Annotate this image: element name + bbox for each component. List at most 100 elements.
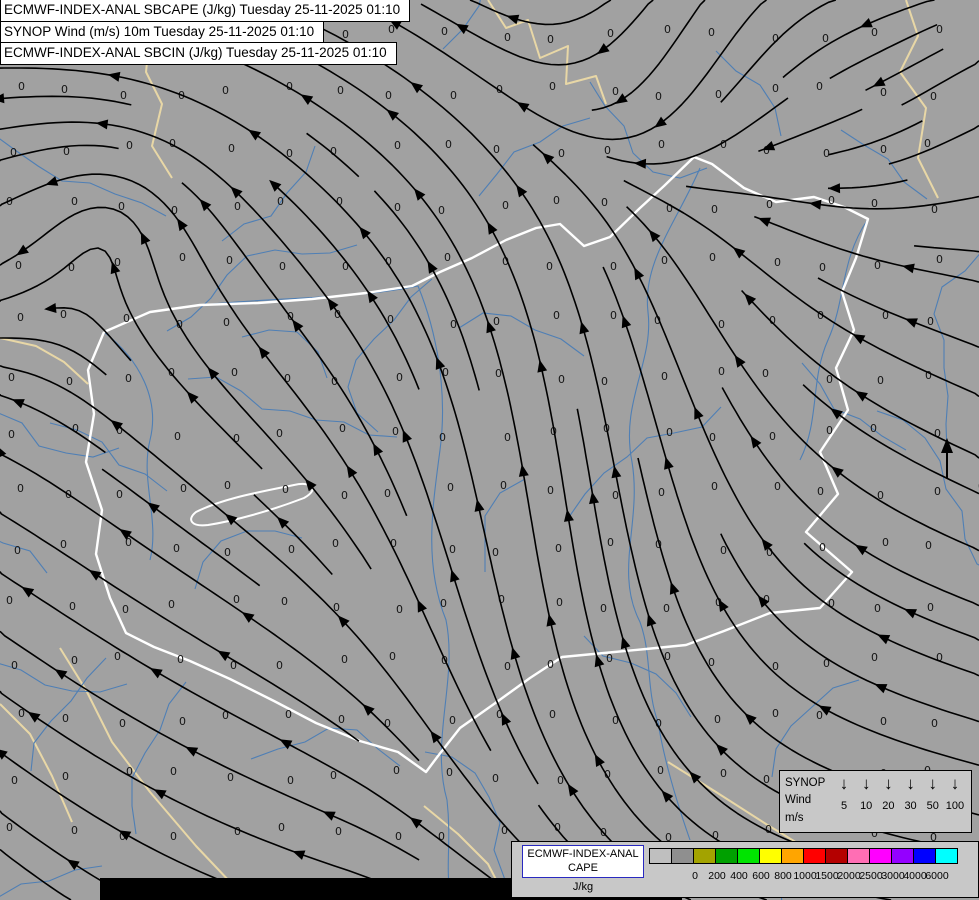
station-value: 0 — [606, 652, 613, 665]
wind-speed-label: 10 — [860, 800, 873, 812]
station-value: 0 — [174, 430, 181, 443]
station-value: 0 — [168, 598, 175, 611]
station-value: 0 — [285, 708, 292, 721]
station-value: 0 — [71, 654, 78, 667]
cape-tick-label: 0 — [692, 870, 698, 882]
station-value: 0 — [663, 602, 670, 615]
station-value: 0 — [823, 147, 830, 160]
station-value: 0 — [62, 770, 69, 783]
wind-legend-title: SYNOP — [785, 777, 826, 789]
station-value: 0 — [492, 546, 499, 559]
station-value: 0 — [385, 89, 392, 102]
station-value: 0 — [546, 260, 553, 273]
station-value: 0 — [339, 422, 346, 435]
station-value: 0 — [228, 142, 235, 155]
station-value: 0 — [384, 487, 391, 500]
station-value: 0 — [492, 772, 499, 785]
station-value: 0 — [714, 713, 721, 726]
cape-color-swatch — [693, 848, 716, 864]
wind-arrow-icon: ↓ — [861, 774, 871, 793]
station-value: 0 — [116, 488, 123, 501]
station-value: 0 — [287, 774, 294, 787]
station-value: 0 — [450, 89, 457, 102]
station-value: 0 — [934, 485, 941, 498]
station-value: 0 — [177, 653, 184, 666]
station-value: 0 — [15, 259, 22, 272]
station-value: 0 — [709, 251, 716, 264]
station-value: 0 — [816, 80, 823, 93]
station-value: 0 — [170, 830, 177, 843]
cape-tick-label: 400 — [730, 870, 748, 882]
cape-color-swatch — [847, 848, 870, 864]
cape-tick-label: 200 — [708, 870, 726, 882]
station-value: 0 — [880, 143, 887, 156]
station-value: 0 — [822, 32, 829, 45]
station-value: 0 — [119, 717, 126, 730]
cape-color-swatch — [803, 848, 826, 864]
station-value: 0 — [276, 659, 283, 672]
wind-speed-column: ↓ 100 — [944, 775, 966, 828]
station-value: 0 — [170, 765, 177, 778]
station-value: 0 — [769, 430, 776, 443]
cape-tick-label: 2000 — [837, 870, 861, 882]
wind-speed-scale: ↓ 5 ↓ 10 ↓ 20 ↓ 30 ↓ 50 ↓ 100 — [833, 775, 966, 828]
station-value: 0 — [601, 196, 608, 209]
station-value: 0 — [661, 254, 668, 267]
station-value: 0 — [18, 80, 25, 93]
station-value: 0 — [449, 714, 456, 727]
station-value: 0 — [607, 27, 614, 40]
station-value: 0 — [549, 80, 556, 93]
station-value: 0 — [610, 260, 617, 273]
cape-legend-parameter: CAPE — [568, 862, 598, 875]
station-value: 0 — [231, 366, 238, 379]
station-value: 0 — [389, 650, 396, 663]
station-value: 0 — [610, 309, 617, 322]
station-value: 0 — [772, 82, 779, 95]
station-value: 0 — [278, 821, 285, 834]
station-value: 0 — [607, 536, 614, 549]
station-value: 0 — [332, 537, 339, 550]
cape-color-swatch — [891, 848, 914, 864]
station-value: 0 — [395, 830, 402, 843]
station-value: 0 — [718, 318, 725, 331]
cape-tick-label: 800 — [774, 870, 792, 882]
station-value: 0 — [655, 90, 662, 103]
station-value: 0 — [817, 485, 824, 498]
station-value: 0 — [445, 138, 452, 151]
cape-color-swatch — [671, 848, 694, 864]
station-value: 0 — [6, 594, 13, 607]
station-value: 0 — [226, 254, 233, 267]
station-value: 0 — [440, 597, 447, 610]
station-value: 0 — [558, 373, 565, 386]
station-value: 0 — [441, 25, 448, 38]
station-value: 0 — [180, 482, 187, 495]
wind-speed-column: ↓ 20 — [877, 775, 899, 828]
station-value: 0 — [493, 315, 500, 328]
cape-tick-label: 4000 — [903, 870, 927, 882]
cape-legend-unit: J/kg — [572, 880, 594, 893]
station-value: 0 — [816, 709, 823, 722]
wind-legend-subtitle: Wind — [785, 794, 812, 807]
map-title-block: ECMWF-INDEX-ANAL SBCAPE (J/kg) Tuesday 2… — [0, 0, 411, 65]
wind-legend: SYNOP Wind m/s ↓ 5 ↓ 10 ↓ 20 ↓ 30 ↓ 50 ↓ 100 — [779, 770, 972, 833]
station-value: 0 — [234, 825, 241, 838]
station-value: 0 — [447, 481, 454, 494]
wind-speed-column: ↓ 30 — [900, 775, 922, 828]
station-value: 0 — [604, 768, 611, 781]
cape-tick-label: 1000 — [793, 870, 817, 882]
weather-map-canvas: 0 0 0 0 0 0 0 0 0 0 0 0 0 0 0 0 0 0 0 0 0 0 0 0 0 0 0 0 0 0 0 0 0 0 0 0 0 0 0 0… — [0, 0, 979, 900]
cape-legend-labels: ECMWF-INDEX-ANAL CAPE J/kg — [516, 845, 650, 894]
station-value: 0 — [604, 144, 611, 157]
station-value: 0 — [871, 651, 878, 664]
station-value: 0 — [493, 143, 500, 156]
weather-map-page: 0 0 0 0 0 0 0 0 0 0 0 0 0 0 0 0 0 0 0 0 0 0 0 0 0 0 0 0 0 0 0 0 0 0 0 0 0 0 0 0… — [0, 0, 979, 900]
wind-speed-label: 5 — [840, 800, 848, 812]
station-value: 0 — [766, 198, 773, 211]
station-value: 0 — [224, 546, 231, 559]
wind-arrow-icon: ↓ — [928, 774, 938, 793]
station-value: 0 — [62, 712, 69, 725]
station-value: 0 — [449, 543, 456, 556]
cape-color-scale: 0 200 400 600 800 1000 1500 2000 2500 3000 4000 600… — [649, 845, 974, 894]
station-value: 0 — [612, 85, 619, 98]
station-value: 0 — [179, 715, 186, 728]
